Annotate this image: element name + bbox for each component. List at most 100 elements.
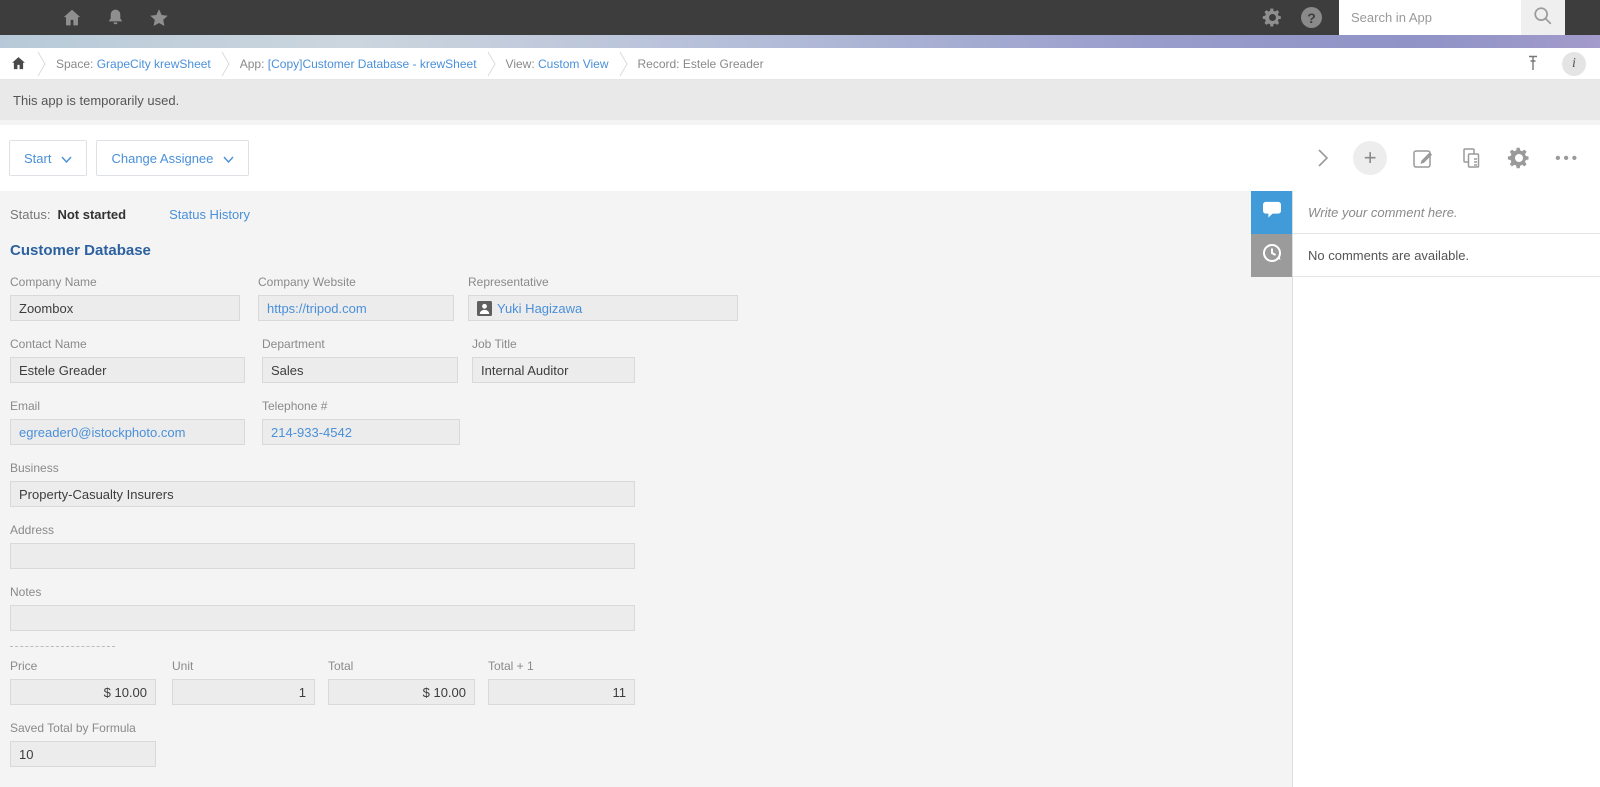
breadcrumb-space-prefix: Space: [56,56,97,71]
header-cover-strip [0,35,1600,48]
breadcrumb-app-prefix: App: [239,56,268,71]
breadcrumb-view: View: Custom View [506,57,609,71]
pin-icon[interactable] [1526,55,1540,72]
home-icon[interactable] [61,7,83,29]
field-contact-name: Estele Greader [10,357,245,383]
change-assignee-button[interactable]: Change Assignee [96,140,250,176]
history-clock-icon [1261,242,1283,269]
field-email: egreader0@istockphoto.com [10,419,245,445]
field-label-unit: Unit [172,659,194,673]
field-department: Sales [262,357,458,383]
field-label-total-plus-one: Total + 1 [488,659,534,673]
copy-record-icon[interactable] [1459,146,1483,170]
field-label-telephone: Telephone # [262,399,328,413]
field-label-price: Price [10,659,38,673]
field-label-notes: Notes [10,585,42,599]
field-label-address: Address [10,523,55,537]
breadcrumb-app-link[interactable]: [Copy]Customer Database - krewSheet [268,57,477,71]
field-label-saved-total: Saved Total by Formula [10,721,136,735]
field-price: $ 10.00 [10,679,156,705]
breadcrumb-record-prefix: Record: [637,56,683,71]
status-label: Status: [10,207,51,222]
field-total: $ 10.00 [328,679,475,705]
status-history-link[interactable]: Status History [169,207,250,222]
breadcrumb-view-prefix: View: [505,56,539,71]
breadcrumb-app: App: [Copy]Customer Database - krewSheet [240,57,477,71]
edit-record-icon[interactable] [1411,146,1435,170]
info-icon[interactable]: i [1562,51,1586,76]
process-status-row: Status: Not started Status History [10,207,1251,222]
record-history-tab[interactable] [1251,234,1292,277]
field-saved-total: 10 [10,741,156,767]
breadcrumb-space-link[interactable]: GrapeCity krewSheet [97,57,211,71]
breadcrumb: Space: GrapeCity krewSheet App: [Copy]Cu… [0,48,1600,80]
field-notes [10,605,635,631]
breadcrumb-separator-icon [221,51,230,77]
topbar-corner [1565,0,1600,35]
field-total-plus-one: 11 [488,679,635,705]
breadcrumb-separator-icon [619,51,628,77]
breadcrumb-separator-icon [37,51,46,77]
field-label-total: Total [328,659,354,673]
field-company-name: Zoombox [10,295,240,321]
chevron-down-icon [223,151,234,166]
comments-content: Write your comment here. No comments are… [1292,191,1600,787]
field-company-website: https://tripod.com [258,295,454,321]
field-telephone: 214-933-4542 [262,419,460,445]
representative-link[interactable]: Yuki Hagizawa [497,301,582,316]
field-business: Property-Casualty Insurers [10,481,635,507]
breadcrumb-home-icon[interactable] [10,55,27,72]
telephone-link[interactable]: 214-933-4542 [271,425,352,440]
breadcrumb-view-link[interactable]: Custom View [538,57,608,71]
more-options-icon[interactable]: ••• [1555,150,1580,167]
search-input[interactable] [1339,0,1521,35]
add-record-button[interactable]: + [1353,141,1388,175]
field-label-company-name: Company Name [10,275,97,289]
field-label-company-website: Company Website [258,275,356,289]
hamburger-menu-icon[interactable] [13,9,39,26]
record-title[interactable]: Customer Database [10,242,1251,259]
email-link[interactable]: egreader0@istockphoto.com [19,425,185,440]
breadcrumb-record: Record: Estele Greader [638,57,764,71]
breadcrumb-record-name: Estele Greader [682,56,764,71]
field-job-title: Internal Auditor [472,357,635,383]
notifications-bell-icon[interactable] [105,7,126,28]
field-label-contact-name: Contact Name [10,337,87,351]
record-settings-gear-icon[interactable] [1507,146,1531,170]
banner-message: This app is temporarily used. [13,92,180,108]
help-icon[interactable]: ? [1301,7,1322,28]
app-search [1339,0,1565,35]
field-unit: 1 [172,679,315,705]
status-value: Not started [57,207,127,222]
record-detail-area: Status: Not started Status History Custo… [0,191,1251,787]
comments-empty-message: No comments are available. [1293,234,1600,277]
search-icon [1532,5,1554,30]
settings-gear-icon[interactable] [1262,7,1283,28]
comment-bubble-icon [1262,201,1282,224]
start-button-label: Start [24,150,52,166]
field-label-job-title: Job Title [472,337,517,351]
user-icon [477,300,492,316]
search-button[interactable] [1521,0,1565,35]
top-navigation-bar: ? [0,0,1600,35]
record-toolbar: Start Change Assignee + ••• [0,125,1600,191]
field-label-representative: Representative [468,275,549,289]
field-address [10,543,635,569]
change-assignee-label: Change Assignee [111,150,214,166]
breadcrumb-space: Space: GrapeCity krewSheet [56,57,211,71]
field-label-department: Department [262,337,325,351]
comments-tab[interactable] [1251,191,1292,234]
chevron-down-icon [61,151,72,166]
start-button[interactable]: Start [9,140,88,176]
comment-input[interactable]: Write your comment here. [1293,191,1600,234]
field-representative: Yuki Hagizawa [468,295,738,321]
company-website-link[interactable]: https://tripod.com [267,301,367,316]
field-label-email: Email [10,399,41,413]
favorites-star-icon[interactable] [148,7,170,29]
comments-panel: Write your comment here. No comments are… [1251,191,1600,787]
breadcrumb-separator-icon [487,51,496,77]
app-notice-banner: This app is temporarily used. [0,80,1600,120]
group-divider [10,646,115,647]
next-record-chevron-icon[interactable] [1317,148,1329,168]
field-label-business: Business [10,461,59,475]
